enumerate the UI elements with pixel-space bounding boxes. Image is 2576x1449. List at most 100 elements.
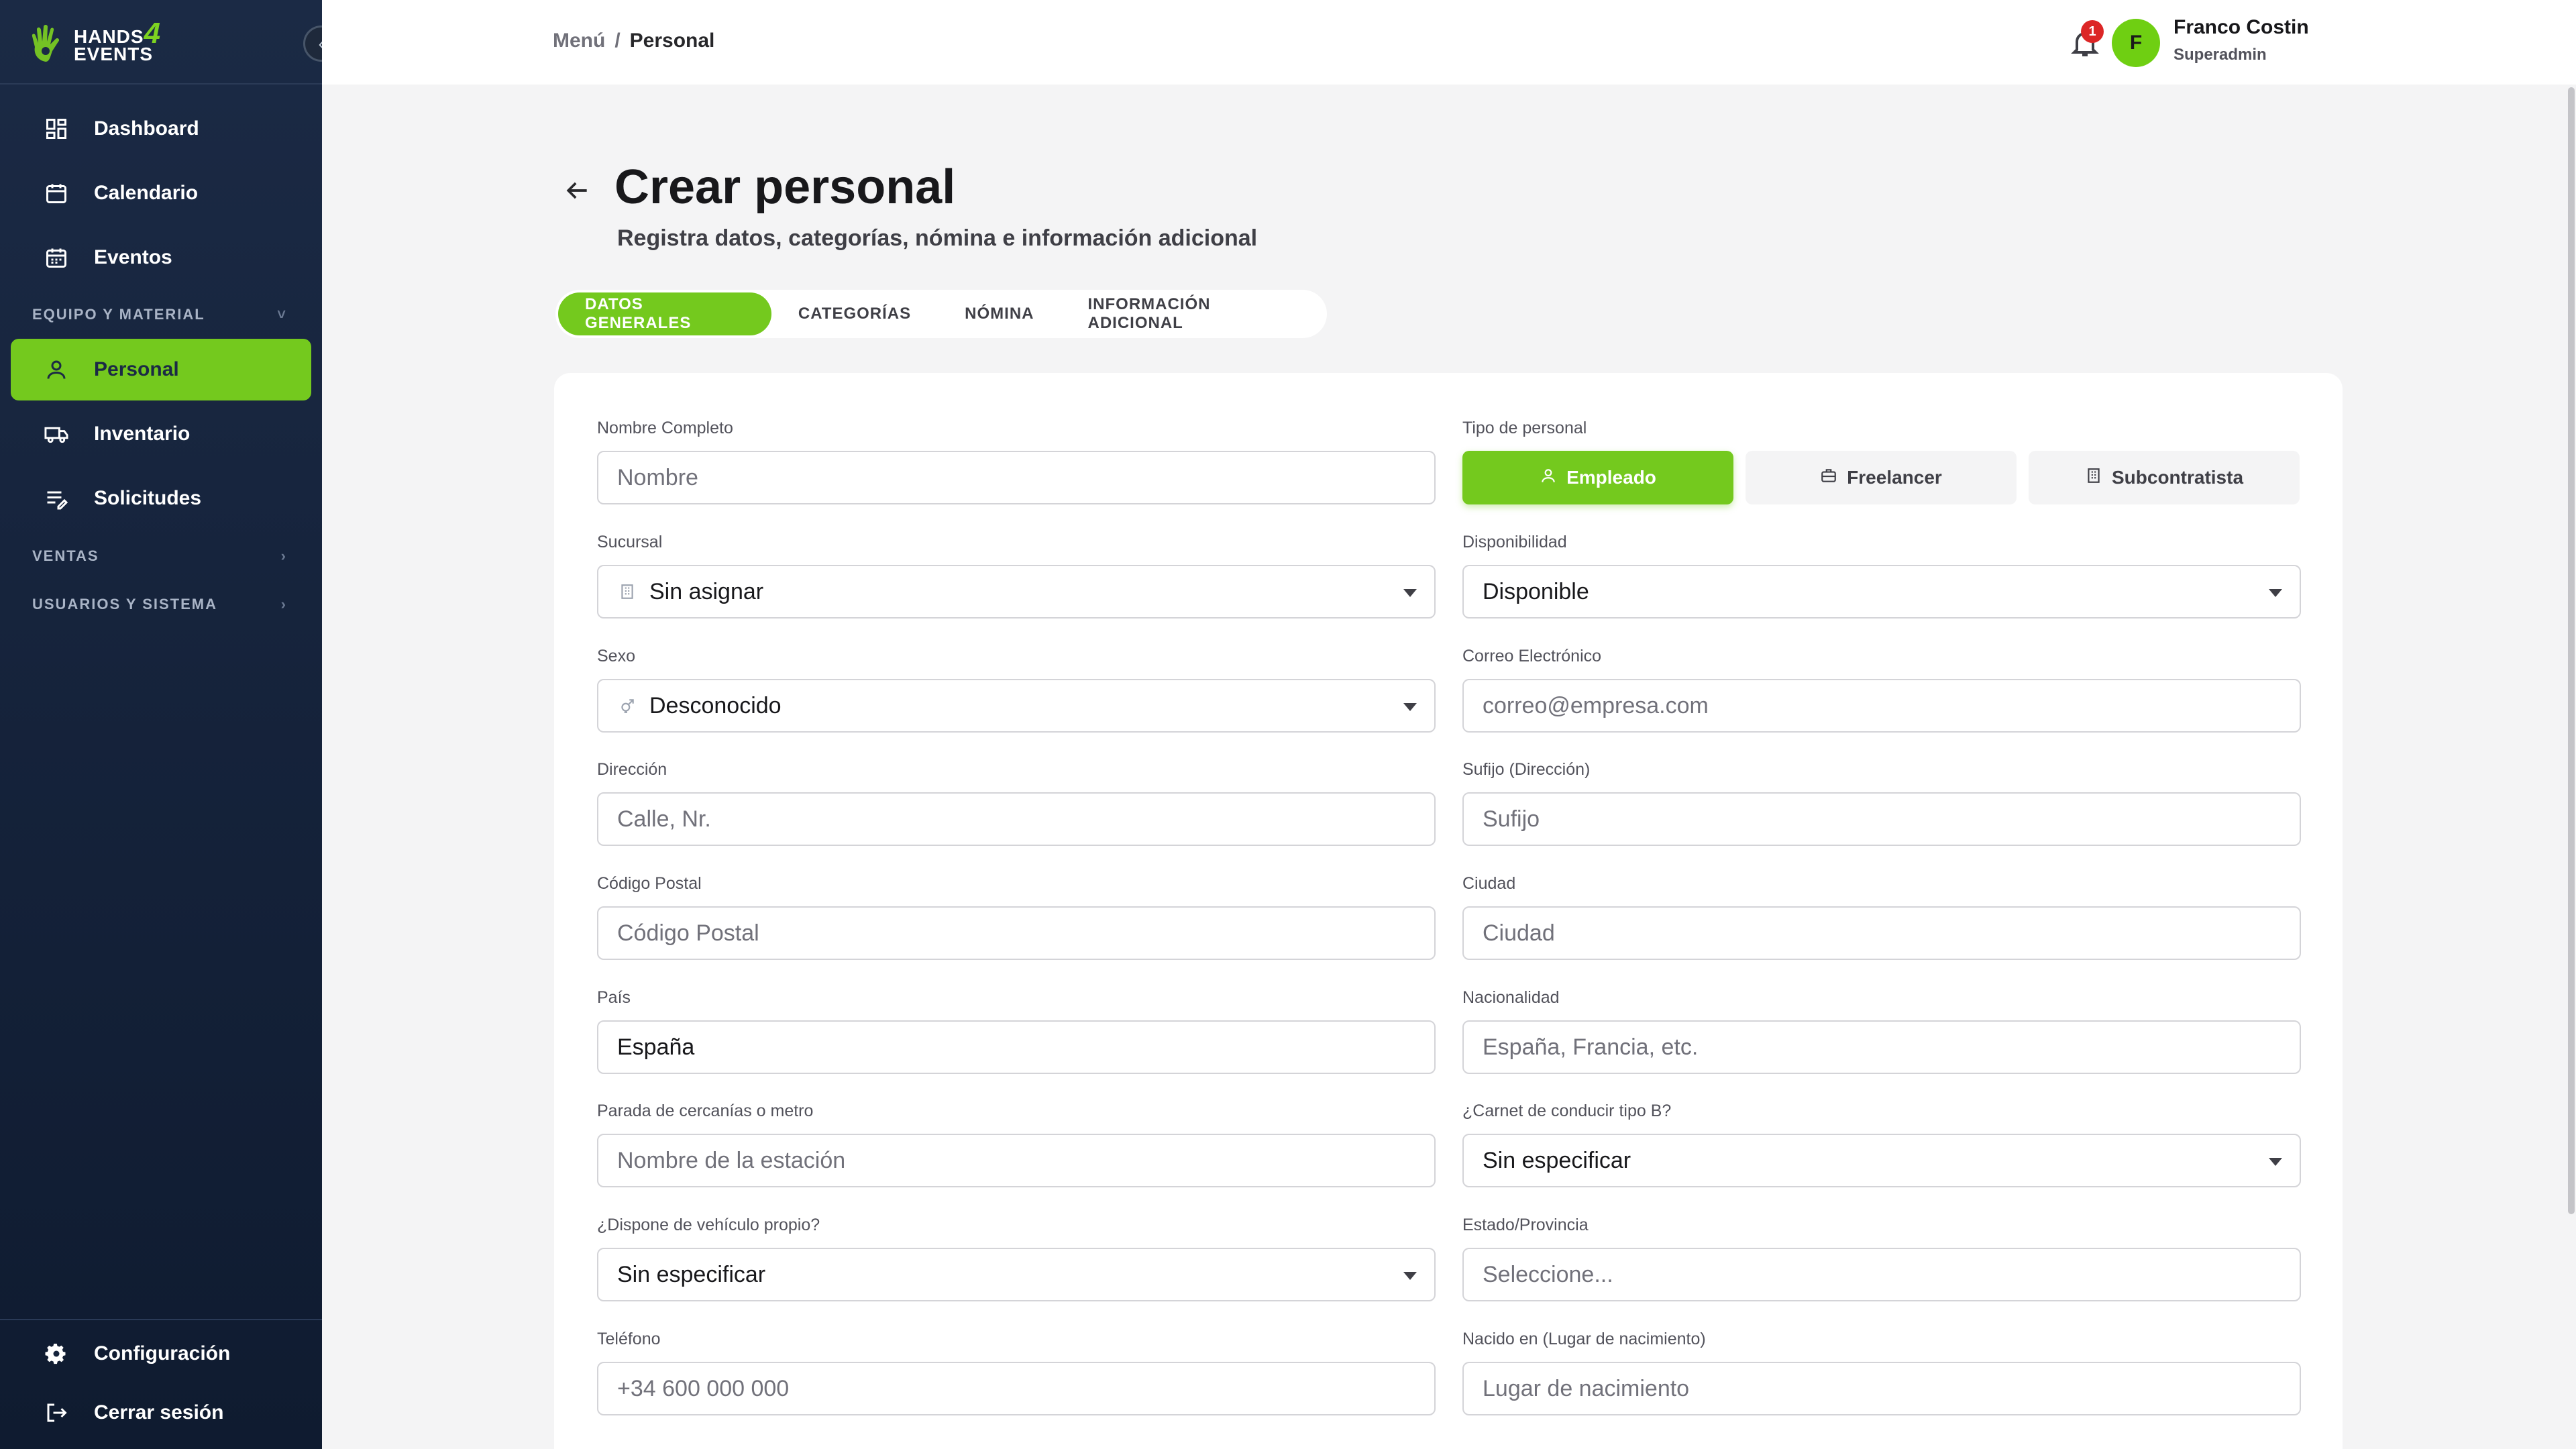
tipo-empleado-button[interactable]: Empleado (1462, 451, 1733, 504)
page-scrollbar[interactable] (2568, 87, 2575, 1214)
sufijo-input[interactable]: Sufijo (1462, 792, 2301, 846)
tipo-option-label: Empleado (1566, 467, 1656, 488)
breadcrumb-current: Personal (629, 30, 715, 52)
notification-badge: 1 (2081, 20, 2104, 43)
dashboard-icon (43, 115, 70, 142)
sidebar-item-inventario[interactable]: Inventario (11, 403, 311, 465)
sidebar-item-label: Configuración (94, 1342, 231, 1364)
disponibilidad-value: Disponible (1483, 578, 1589, 604)
sidebar-item-personal[interactable]: Personal (11, 339, 311, 400)
caret-down-icon (2269, 589, 2282, 597)
parada-label: Parada de cercanías o metro (597, 1102, 814, 1120)
brand-wordmark: HANDS4 EVENTS (74, 16, 162, 64)
ciudad-label: Ciudad (1462, 874, 1516, 893)
sexo-value: Desconocido (649, 692, 782, 718)
briefcase-icon (1820, 467, 1837, 489)
truck-icon (43, 421, 70, 447)
page-subtitle: Registra datos, categorías, nómina e inf… (617, 225, 1258, 251)
estado-label: Estado/Provincia (1462, 1216, 1589, 1234)
caret-down-icon (1403, 589, 1417, 597)
disponibilidad-select[interactable]: Disponible (1462, 565, 2301, 619)
chevron-down-icon: ˅ (277, 306, 287, 323)
section-label: EQUIPO Y MATERIAL (32, 306, 205, 323)
pais-label: País (597, 988, 631, 1007)
topbar: Menú / Personal 1 F Franco Costin Supera… (322, 0, 2576, 85)
sidebar-item-logout[interactable]: Cerrar sesión (11, 1382, 311, 1444)
sidebar-divider (0, 1319, 322, 1320)
tab-categorias[interactable]: CATEGORÍAS (771, 292, 938, 335)
gear-icon (43, 1340, 70, 1367)
chevron-right-icon: › (280, 596, 287, 612)
pais-input[interactable]: España (597, 1020, 1436, 1074)
sucursal-select[interactable]: Sin asignar (597, 565, 1436, 619)
tab-informacion-adicional[interactable]: INFORMACIÓN ADICIONAL (1061, 292, 1324, 335)
back-arrow-icon[interactable] (562, 176, 592, 205)
logo-area: HANDS4 EVENTS (0, 0, 322, 85)
sidebar-item-dashboard[interactable]: Dashboard (11, 98, 311, 160)
nombre-input[interactable]: Nombre (597, 451, 1436, 504)
sidebar-item-calendario[interactable]: Calendario (11, 162, 311, 224)
user-role: Superadmin (2174, 46, 2267, 64)
nacido-label: Nacido en (Lugar de nacimiento) (1462, 1330, 1706, 1348)
carnet-value: Sin especificar (1483, 1147, 1631, 1173)
carnet-select[interactable]: Sin especificar (1462, 1134, 2301, 1187)
ciudad-input[interactable]: Ciudad (1462, 906, 2301, 960)
tab-nomina[interactable]: NÓMINA (938, 292, 1061, 335)
nacido-input[interactable]: Lugar de nacimiento (1462, 1362, 2301, 1415)
sidebar-item-label: Cerrar sesión (94, 1401, 224, 1424)
sucursal-label: Sucursal (597, 533, 663, 551)
nombre-label: Nombre Completo (597, 419, 733, 437)
requests-icon (43, 485, 70, 512)
section-label: USUARIOS Y SISTEMA (32, 596, 218, 612)
vehiculo-value: Sin especificar (617, 1261, 766, 1287)
direccion-label: Dirección (597, 760, 667, 779)
logout-icon (43, 1399, 70, 1426)
breadcrumb-root[interactable]: Menú (553, 30, 605, 52)
codigo-postal-input[interactable]: Código Postal (597, 906, 1436, 960)
sidebar-section-ventas[interactable]: VENTAS › (32, 547, 287, 565)
telefono-input[interactable]: +34 600 000 000 (597, 1362, 1436, 1415)
avatar[interactable]: F (2112, 19, 2160, 67)
sidebar-item-eventos[interactable]: Eventos (11, 227, 311, 288)
calendar-icon (43, 180, 70, 207)
sufijo-label: Sufijo (Dirección) (1462, 760, 1591, 779)
tipo-subcontratista-button[interactable]: Subcontratista (2029, 451, 2300, 504)
page-title: Crear personal (614, 160, 956, 214)
gender-icon (617, 696, 637, 716)
breadcrumb: Menú / Personal (553, 30, 714, 52)
sidebar-item-label: Inventario (94, 423, 191, 445)
tab-datos-generales[interactable]: DATOS GENERALES (558, 292, 771, 335)
sucursal-value: Sin asignar (649, 578, 764, 604)
user-name[interactable]: Franco Costin (2174, 16, 2309, 39)
section-label: VENTAS (32, 547, 99, 564)
building-icon (2085, 467, 2102, 489)
sidebar-section-usuarios[interactable]: USUARIOS Y SISTEMA › (32, 596, 287, 613)
sidebar-item-solicitudes[interactable]: Solicitudes (11, 468, 311, 529)
disponibilidad-label: Disponibilidad (1462, 533, 1567, 551)
tipo-freelancer-button[interactable]: Freelancer (1746, 451, 2017, 504)
nacionalidad-label: Nacionalidad (1462, 988, 1560, 1007)
vehiculo-select[interactable]: Sin especificar (597, 1248, 1436, 1301)
sidebar-section-equipo[interactable]: EQUIPO Y MATERIAL ˅ (32, 306, 287, 323)
telefono-label: Teléfono (597, 1330, 661, 1348)
caret-down-icon (1403, 1272, 1417, 1280)
tipo-option-label: Subcontratista (2111, 467, 2244, 488)
estado-input[interactable]: Seleccione... (1462, 1248, 2301, 1301)
events-icon (43, 244, 70, 271)
sidebar-item-label: Eventos (94, 246, 172, 268)
sidebar-item-configuracion[interactable]: Configuración (11, 1323, 311, 1385)
correo-input[interactable]: correo@empresa.com (1462, 679, 2301, 733)
sidebar-item-label: Personal (94, 358, 179, 380)
carnet-label: ¿Carnet de conducir tipo B? (1462, 1102, 1672, 1120)
direccion-input[interactable]: Calle, Nr. (597, 792, 1436, 846)
sexo-label: Sexo (597, 647, 635, 665)
parada-input[interactable]: Nombre de la estación (597, 1134, 1436, 1187)
breadcrumb-separator: / (614, 30, 621, 52)
codigo-postal-label: Código Postal (597, 874, 702, 893)
brand-logo[interactable]: HANDS4 EVENTS (25, 16, 173, 67)
person-icon (1540, 467, 1557, 489)
tipo-option-label: Freelancer (1847, 467, 1942, 488)
hand-logo-icon (25, 21, 70, 66)
sexo-select[interactable]: Desconocido (597, 679, 1436, 733)
nacionalidad-input[interactable]: España, Francia, etc. (1462, 1020, 2301, 1074)
